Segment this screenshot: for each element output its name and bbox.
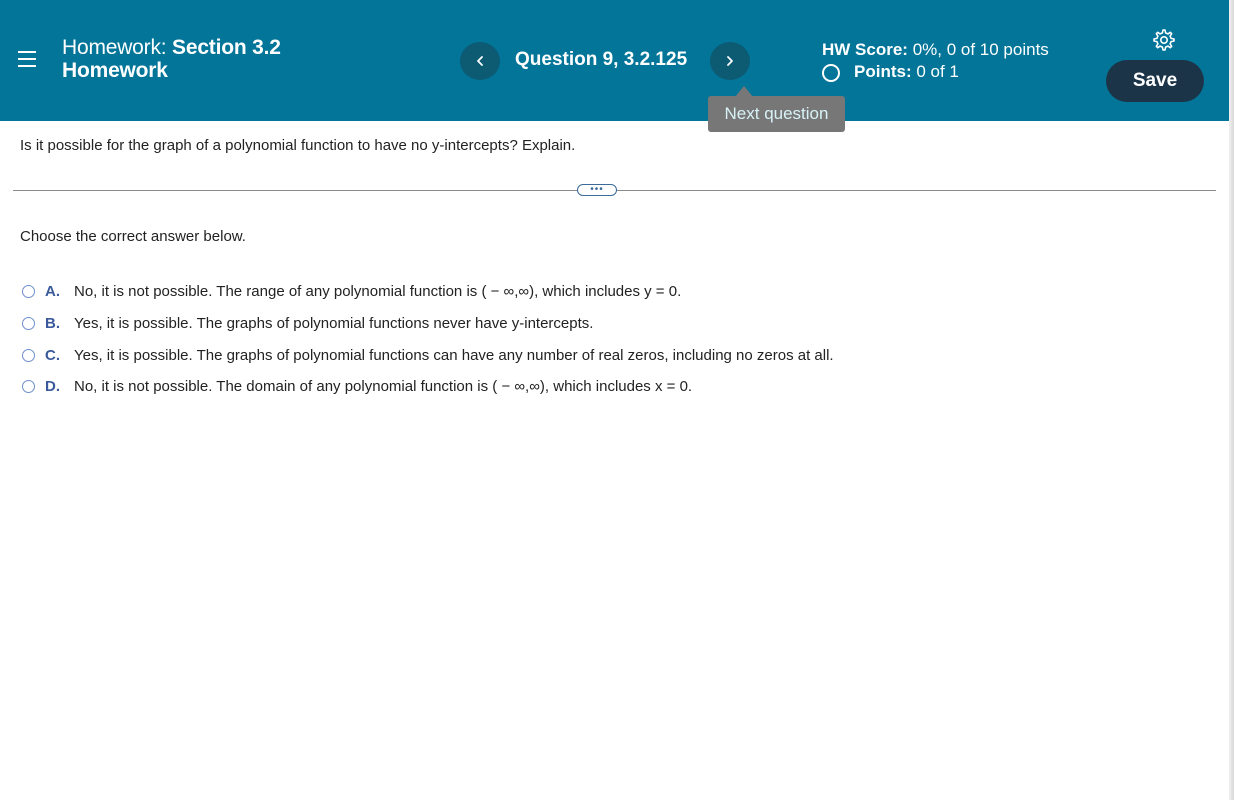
title-homework: Homework [62,59,168,82]
title-section: Section 3.2 [172,36,281,59]
radio-button[interactable] [22,380,35,394]
points-value: 0 of 1 [916,62,959,81]
score-panel: HW Score: 0%, 0 of 10 points Points: 0 o… [822,39,1049,83]
points-label: Points: [854,62,912,81]
next-question-tooltip: Next question [708,96,845,132]
option-d[interactable]: D. No, it is not possible. The domain of… [22,371,834,403]
next-question-button[interactable] [710,42,750,80]
question-text: Is it possible for the graph of a polyno… [20,137,576,154]
points: Points: 0 of 1 [822,61,1049,83]
option-text: No, it is not possible. The range of any… [74,283,682,301]
expand-handle-button[interactable]: ••• [577,184,617,196]
hamburger-menu-icon[interactable] [18,51,36,69]
radio-button[interactable] [22,317,35,331]
homework-title: Homework: Section 3.2 Homework [62,36,281,82]
option-a[interactable]: A. No, it is not possible. The range of … [22,276,834,308]
option-letter: B. [45,315,60,333]
option-b[interactable]: B. Yes, it is possible. The graphs of po… [22,308,834,340]
option-letter: C. [45,346,60,364]
circle-icon [822,64,840,82]
chevron-left-icon [477,56,483,66]
header-bar: Homework: Section 3.2 Homework Question … [0,0,1229,121]
option-letter: A. [45,283,60,301]
radio-button[interactable] [22,348,35,362]
hw-score-label: HW Score: [822,40,908,59]
hw-score: HW Score: 0%, 0 of 10 points [822,39,1049,61]
answer-prompt: Choose the correct answer below. [20,228,246,245]
question-label: Question 9, 3.2.125 [515,49,688,70]
answer-options: A. No, it is not possible. The range of … [22,276,834,403]
option-c[interactable]: C. Yes, it is possible. The graphs of po… [22,339,834,371]
hw-score-value: 0%, 0 of 10 points [912,40,1049,59]
option-letter: D. [45,378,60,396]
option-text: Yes, it is possible. The graphs of polyn… [74,315,594,333]
radio-button[interactable] [22,285,35,299]
option-text: No, it is not possible. The domain of an… [74,378,693,396]
title-label: Homework: [62,36,167,59]
save-button[interactable]: Save [1106,60,1204,102]
window-edge [1229,0,1234,800]
gear-icon[interactable] [1152,28,1176,52]
chevron-right-icon [727,56,733,66]
option-text: Yes, it is possible. The graphs of polyn… [74,346,834,364]
previous-question-button[interactable] [460,42,500,80]
